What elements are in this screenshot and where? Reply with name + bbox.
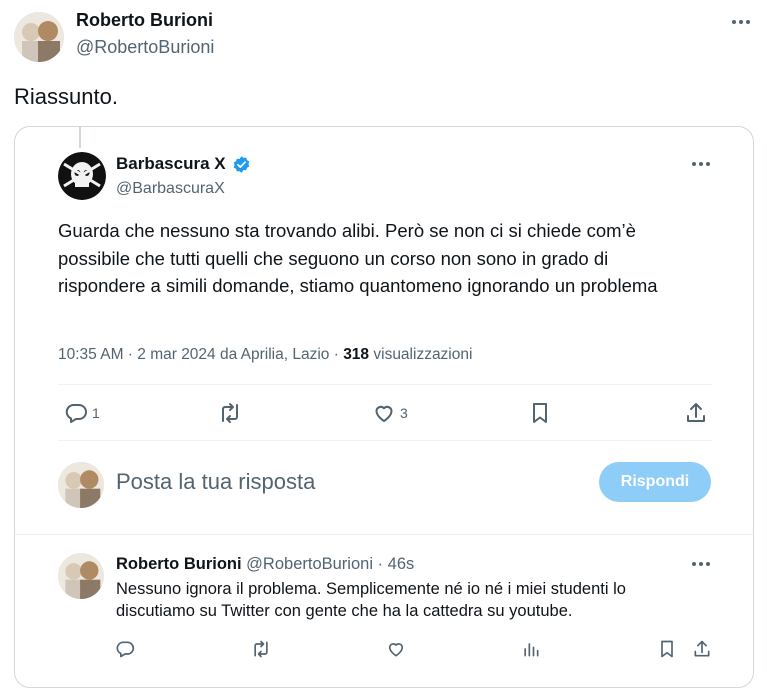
reply-submit-button[interactable]: Rispondi [599, 462, 711, 502]
reply-time[interactable]: · 46s [373, 555, 415, 573]
reply-author-handle[interactable]: @RobertoBurioni [246, 555, 373, 573]
like-button[interactable] [386, 639, 406, 659]
views-icon [524, 643, 539, 657]
divider [15, 534, 753, 535]
avatar-barbascura-x[interactable] [58, 152, 106, 200]
more-icon[interactable] [692, 162, 710, 166]
bookmark-button[interactable] [657, 639, 677, 659]
tweet-meta: 10:35 AM · 2 mar 2024 da Aprilia, Lazio … [58, 346, 472, 364]
reply-text: Nessuno ignora il problema. Semplicement… [116, 580, 626, 620]
like-count: 3 [400, 405, 408, 421]
bookmark-icon [661, 640, 673, 658]
views-label: visualizzazioni [369, 346, 473, 363]
retweet-button[interactable] [251, 639, 271, 659]
bookmark-button[interactable] [528, 401, 552, 425]
tweet-text: Riassunto. [14, 84, 118, 109]
reply-count: 1 [92, 405, 100, 421]
avatar-image [58, 152, 106, 200]
quoted-tweet-text: Guarda che nessuno sta trovando alibi. P… [58, 220, 658, 296]
views-button[interactable] [521, 639, 541, 659]
reply-author-name[interactable]: Roberto Burioni [116, 555, 242, 573]
reply-header: Roberto Burioni @RobertoBurioni · 46s [116, 555, 414, 574]
share-icon [694, 640, 710, 657]
quoted-author-handle[interactable]: @BarbascuraX [116, 180, 225, 198]
author-handle[interactable]: @RobertoBurioni [76, 37, 214, 58]
bookmark-icon [533, 403, 547, 423]
retweet-button[interactable] [218, 401, 242, 425]
avatar-roberto-burioni[interactable] [58, 553, 104, 599]
retweet-icon [254, 640, 268, 658]
views-count: 318 [343, 346, 370, 363]
like-icon [375, 405, 393, 422]
reply-icon [116, 641, 135, 658]
divider [58, 384, 712, 385]
share-button[interactable] [684, 401, 708, 425]
reply-button[interactable] [115, 639, 135, 659]
reply-button[interactable]: 1 [64, 401, 100, 425]
verified-badge-icon [233, 155, 249, 173]
like-button[interactable]: 3 [372, 401, 408, 425]
compose-avatar [58, 462, 104, 508]
thread-line [79, 126, 81, 148]
retweet-icon [222, 403, 238, 423]
share-icon [687, 403, 705, 422]
avatar-image [58, 553, 104, 599]
more-icon[interactable] [732, 20, 750, 24]
author-name[interactable]: Roberto Burioni [76, 10, 213, 31]
more-icon[interactable] [692, 562, 710, 566]
share-button[interactable] [692, 639, 712, 659]
avatar-roberto-burioni[interactable] [14, 12, 64, 62]
like-icon [388, 643, 404, 657]
reply-submit-label: Rispondi [620, 473, 690, 490]
quoted-author-name[interactable]: Barbascura X [116, 154, 226, 174]
compose-input[interactable]: Posta la tua risposta [116, 469, 315, 495]
avatar-image [58, 462, 104, 508]
tweet-timestamp[interactable]: 10:35 AM · 2 mar 2024 da Aprilia, Lazio … [58, 346, 343, 363]
divider [58, 440, 712, 441]
reply-icon [65, 404, 87, 423]
avatar-image [14, 12, 64, 62]
